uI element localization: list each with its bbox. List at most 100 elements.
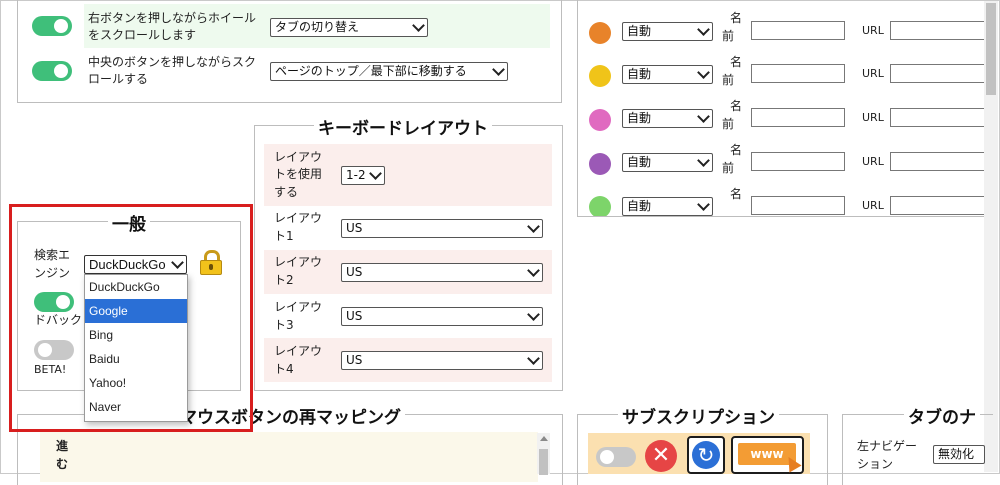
chevron-down-icon bbox=[697, 110, 710, 123]
mouse-row2-toggle[interactable] bbox=[32, 61, 72, 81]
mouse-row2-label-a: 中央のボタンを押しながらスク bbox=[88, 55, 257, 69]
color-mode-value: 自動 bbox=[627, 24, 652, 38]
www-button[interactable]: www bbox=[731, 436, 804, 474]
color-mode-select[interactable]: 自動 bbox=[622, 153, 713, 172]
mouse-row1-select-value: タブの切り替え bbox=[275, 20, 360, 34]
refresh-button[interactable]: ↻ bbox=[687, 436, 725, 474]
url-input[interactable] bbox=[890, 152, 988, 171]
color-swatch-purple[interactable] bbox=[589, 153, 611, 175]
chevron-down-icon bbox=[527, 220, 540, 233]
left-nav-label-b: ション bbox=[857, 457, 894, 471]
mouse-row2-select-value: ページのトップ／最下部に移動する bbox=[275, 64, 467, 78]
subscription-toggle[interactable] bbox=[596, 447, 636, 467]
color-swatch-orange[interactable] bbox=[589, 22, 611, 44]
color-swatch-green[interactable] bbox=[589, 196, 611, 216]
layout3-select[interactable]: US bbox=[341, 307, 543, 326]
layout4-select[interactable]: US bbox=[341, 351, 543, 370]
remap-first-label-b: む bbox=[56, 457, 69, 471]
layout3-label-a: レイアウ bbox=[274, 300, 323, 314]
tab-nav-title: タブのナ bbox=[904, 403, 980, 428]
chevron-down-icon bbox=[697, 66, 710, 79]
name-label: 前 bbox=[722, 29, 735, 43]
name-input[interactable] bbox=[751, 108, 845, 127]
layout1-label-b: ト1 bbox=[274, 229, 294, 243]
refresh-icon: ↻ bbox=[692, 441, 720, 469]
name-label: 前 bbox=[722, 117, 735, 131]
layout1-select[interactable]: US bbox=[341, 219, 543, 238]
keyboard-use-label-b: トを使用 bbox=[274, 167, 323, 181]
mouse-row1-select[interactable]: タブの切り替え bbox=[270, 18, 428, 37]
www-text: www bbox=[750, 447, 784, 461]
layout2-label-b: ト2 bbox=[274, 273, 294, 287]
name-input[interactable] bbox=[751, 64, 845, 83]
url-input[interactable] bbox=[890, 108, 988, 127]
url-label: URL bbox=[862, 199, 884, 212]
chevron-down-icon bbox=[412, 19, 425, 32]
url-label: URL bbox=[862, 24, 884, 37]
mouse-row1-label-b: をスクロールします bbox=[88, 28, 197, 42]
name-label: 前 bbox=[722, 161, 735, 175]
layout1-value: US bbox=[346, 221, 363, 235]
layout2-label-a: レイアウ bbox=[274, 255, 323, 269]
keyboard-use-label-c: する bbox=[274, 185, 299, 199]
name-input[interactable] bbox=[751, 21, 845, 40]
url-label: URL bbox=[862, 67, 884, 80]
keyboard-layout-title: キーボードレイアウト bbox=[314, 114, 492, 139]
chevron-down-icon bbox=[527, 352, 540, 365]
color-mode-select[interactable]: 自動 bbox=[622, 22, 713, 41]
name-label: 名 bbox=[730, 99, 743, 113]
chevron-down-icon bbox=[697, 154, 710, 167]
url-label: URL bbox=[862, 155, 884, 168]
color-mode-select[interactable]: 自動 bbox=[622, 109, 713, 128]
name-label: 名 bbox=[730, 187, 743, 201]
highlight-box bbox=[9, 204, 253, 432]
layout2-select[interactable]: US bbox=[341, 263, 543, 282]
chevron-down-icon bbox=[697, 198, 710, 211]
keyboard-use-label-a: レイアウ bbox=[274, 150, 323, 164]
name-input[interactable] bbox=[751, 196, 845, 215]
left-nav-select[interactable]: 無効化 bbox=[933, 445, 985, 464]
keyboard-use-value: 1-2 bbox=[346, 168, 366, 182]
close-icon[interactable]: ✕ bbox=[645, 440, 677, 472]
chevron-down-icon bbox=[492, 63, 505, 76]
name-label: 名 bbox=[730, 11, 743, 25]
color-mode-value: 自動 bbox=[627, 155, 652, 169]
remap-content-bg bbox=[40, 432, 538, 482]
color-swatch-yellow[interactable] bbox=[589, 65, 611, 87]
chevron-down-icon bbox=[527, 264, 540, 277]
url-label: URL bbox=[862, 111, 884, 124]
remap-scrollbar-thumb[interactable] bbox=[539, 449, 548, 475]
mouse-row2-label-b: ロールする bbox=[88, 72, 149, 86]
remap-scrollbar[interactable] bbox=[537, 433, 550, 475]
layout4-label-b: ト4 bbox=[274, 362, 294, 376]
mouse-row1-label-a: 右ボタンを押しながらホイール bbox=[88, 11, 257, 25]
left-nav-value: 無効化 bbox=[938, 447, 975, 461]
color-mode-select[interactable]: 自動 bbox=[622, 65, 713, 84]
layout1-label-a: レイアウ bbox=[274, 211, 323, 225]
url-input[interactable] bbox=[890, 196, 988, 215]
color-swatch-pink[interactable] bbox=[589, 109, 611, 131]
subscription-title: サブスクリプション bbox=[618, 403, 779, 428]
remap-first-label-a: 進 bbox=[56, 439, 69, 453]
chevron-down-icon bbox=[697, 23, 710, 36]
name-label: 名 bbox=[730, 55, 743, 69]
layout2-value: US bbox=[346, 265, 363, 279]
url-input[interactable] bbox=[890, 64, 988, 83]
color-mode-select[interactable]: 自動 bbox=[622, 197, 713, 216]
layout4-label-a: レイアウ bbox=[274, 344, 323, 358]
scroll-up-icon[interactable] bbox=[540, 436, 548, 441]
name-label: 名 bbox=[730, 143, 743, 157]
color-mode-value: 自動 bbox=[627, 199, 652, 213]
keyboard-use-select[interactable]: 1-2 bbox=[341, 166, 385, 185]
tab-color-panel: 自動 名 前 URL 自動 名 前 URL 自動 名 前 URL 自動 名 前 … bbox=[577, 0, 988, 217]
name-input[interactable] bbox=[751, 152, 845, 171]
color-mode-value: 自動 bbox=[627, 67, 652, 81]
mouse-row1-toggle[interactable] bbox=[32, 16, 72, 36]
page-scrollbar[interactable] bbox=[984, 1, 998, 472]
page-scrollbar-thumb[interactable] bbox=[986, 3, 996, 95]
color-mode-value: 自動 bbox=[627, 111, 652, 125]
layout3-value: US bbox=[346, 309, 363, 323]
url-input[interactable] bbox=[890, 21, 988, 40]
chevron-down-icon bbox=[527, 308, 540, 321]
mouse-row2-select[interactable]: ページのトップ／最下部に移動する bbox=[270, 62, 508, 81]
